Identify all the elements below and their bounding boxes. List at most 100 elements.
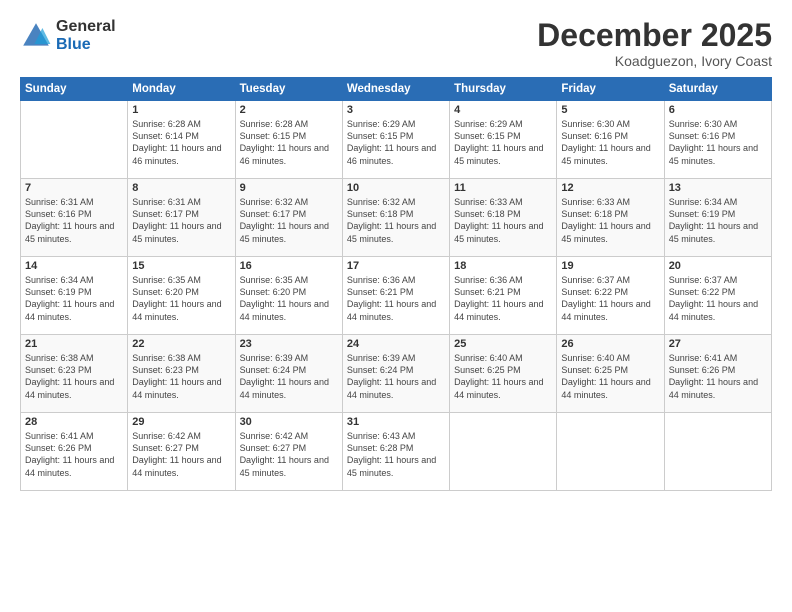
calendar-cell: 26Sunrise: 6:40 AMSunset: 6:25 PMDayligh… [557, 335, 664, 413]
sunset: Sunset: 6:18 PM [347, 209, 414, 219]
sunrise: Sunrise: 6:29 AM [347, 119, 416, 129]
sunrise: Sunrise: 6:30 AM [669, 119, 738, 129]
sunrise: Sunrise: 6:39 AM [240, 353, 309, 363]
sunset: Sunset: 6:16 PM [561, 131, 628, 141]
calendar-cell: 25Sunrise: 6:40 AMSunset: 6:25 PMDayligh… [450, 335, 557, 413]
calendar-cell: 28Sunrise: 6:41 AMSunset: 6:26 PMDayligh… [21, 413, 128, 491]
day-number: 2 [240, 104, 338, 116]
calendar-cell: 31Sunrise: 6:43 AMSunset: 6:28 PMDayligh… [342, 413, 449, 491]
sunrise: Sunrise: 6:37 AM [669, 275, 738, 285]
day-info: Sunrise: 6:34 AMSunset: 6:19 PMDaylight:… [669, 196, 767, 245]
sunrise: Sunrise: 6:35 AM [132, 275, 201, 285]
daylight: Daylight: 11 hours and 45 minutes. [240, 221, 329, 243]
sunrise: Sunrise: 6:41 AM [25, 431, 94, 441]
daylight: Daylight: 11 hours and 44 minutes. [454, 377, 543, 399]
calendar-cell: 30 Sunrise: 6:42 AMSunset: 6:27 PMDayligh… [235, 413, 342, 491]
sunrise: Sunrise: 6:34 AM [669, 197, 738, 207]
sunset: Sunset: 6:19 PM [25, 287, 92, 297]
daylight: Daylight: 11 hours and 44 minutes. [347, 377, 436, 399]
calendar-cell: 2 Sunrise: 6:28 AMSunset: 6:15 PMDaylight… [235, 101, 342, 179]
day-info: Sunrise: 6:38 AMSunset: 6:23 PMDaylight:… [25, 352, 123, 401]
daylight: Daylight: 11 hours and 44 minutes. [561, 299, 650, 321]
sunrise: Sunrise: 6:28 AM [240, 119, 309, 129]
day-number: 31 [347, 416, 445, 428]
day-number: 13 [669, 182, 767, 194]
col-header-thursday: Thursday [450, 78, 557, 101]
calendar-cell: 7Sunrise: 6:31 AMSunset: 6:16 PMDaylight… [21, 179, 128, 257]
day-number: 21 [25, 338, 123, 350]
sunrise: Sunrise: 6:36 AM [347, 275, 416, 285]
sunset: Sunset: 6:15 PM [347, 131, 414, 141]
daylight: Daylight: 11 hours and 45 minutes. [132, 221, 221, 243]
col-header-monday: Monday [128, 78, 235, 101]
sunset: Sunset: 6:20 PM [240, 287, 307, 297]
day-number: 15 [132, 260, 230, 272]
logo-blue: Blue [56, 36, 116, 54]
calendar-cell [664, 413, 771, 491]
logo-icon [20, 20, 52, 52]
sunset: Sunset: 6:24 PM [240, 365, 307, 375]
col-header-sunday: Sunday [21, 78, 128, 101]
sunrise: Sunrise: 6:30 AM [561, 119, 630, 129]
calendar-cell: 23Sunrise: 6:39 AMSunset: 6:24 PMDayligh… [235, 335, 342, 413]
day-number: 20 [669, 260, 767, 272]
day-info: Sunrise: 6:28 AMSunset: 6:15 PMDaylight:… [240, 118, 338, 167]
calendar-cell: 24Sunrise: 6:39 AMSunset: 6:24 PMDayligh… [342, 335, 449, 413]
sunset: Sunset: 6:17 PM [132, 209, 199, 219]
day-info: Sunrise: 6:30 AM Sunset: 6:16 PM Daylight:… [561, 118, 659, 167]
daylight: Daylight: 11 hours and 45 minutes. [561, 143, 650, 165]
calendar-cell: 18Sunrise: 6:36 AMSunset: 6:21 PMDayligh… [450, 257, 557, 335]
daylight: Daylight: 11 hours and 46 minutes. [132, 143, 221, 165]
sunrise: Sunrise: 6:36 AM [454, 275, 523, 285]
sunset: Sunset: 6:16 PM [25, 209, 92, 219]
calendar-cell: 12 Sunrise: 6:33 AMSunset: 6:18 PMDayligh… [557, 179, 664, 257]
day-number: 11 [454, 182, 552, 194]
sunrise: Sunrise: 6:42 AM [240, 431, 309, 441]
sunset: Sunset: 6:24 PM [347, 365, 414, 375]
daylight: Daylight: 11 hours and 44 minutes. [669, 299, 758, 321]
day-info: Sunrise: 6:29 AMSunset: 6:15 PMDaylight:… [347, 118, 445, 167]
calendar-cell: 21 Sunrise: 6:38 AMSunset: 6:23 PMDayligh… [21, 335, 128, 413]
sunrise: Sunrise: 6:38 AM [132, 353, 201, 363]
daylight: Daylight: 11 hours and 45 minutes. [347, 455, 436, 477]
day-info: Sunrise: 6:33 AMSunset: 6:18 PMDaylight:… [561, 196, 659, 245]
day-number: 12 [561, 182, 659, 194]
day-info: Sunrise: 6:42 AMSunset: 6:27 PMDaylight:… [240, 430, 338, 479]
calendar-cell [21, 101, 128, 179]
logo: General Blue [20, 18, 116, 53]
day-info: Sunrise: 6:41 AMSunset: 6:26 PMDaylight:… [669, 352, 767, 401]
sunset: Sunset: 6:21 PM [347, 287, 414, 297]
sunset: Sunset: 6:16 PM [669, 131, 736, 141]
daylight: Daylight: 11 hours and 44 minutes. [240, 299, 329, 321]
sunrise: Sunrise: 6:39 AM [347, 353, 416, 363]
day-info: Sunrise: 6:28 AMSunset: 6:14 PMDaylight:… [132, 118, 230, 167]
daylight: Daylight: 11 hours and 44 minutes. [25, 377, 114, 399]
day-info: Sunrise: 6:36 AMSunset: 6:21 PMDaylight:… [347, 274, 445, 323]
calendar-cell [450, 413, 557, 491]
day-number: 19 [561, 260, 659, 272]
day-info: Sunrise: 6:39 AM Sunset: 6:24 PM Daylight:… [347, 352, 445, 401]
day-number: 30 [240, 416, 338, 428]
sunrise: Sunrise: 6:31 AM [25, 197, 94, 207]
sunset: Sunset: 6:18 PM [454, 209, 521, 219]
sunrise: Sunrise: 6:28 AM [132, 119, 201, 129]
logo-text: General Blue [56, 18, 116, 53]
day-info: Sunrise: 6:33 AMSunset: 6:18 PMDaylight:… [454, 196, 552, 245]
daylight: Daylight: 11 hours and 45 minutes. [669, 221, 758, 243]
day-info: Sunrise: 6:39 AM Sunset: 6:24 PM Daylight:… [240, 352, 338, 401]
calendar-cell: 9Sunrise: 6:32 AMSunset: 6:17 PMDaylight… [235, 179, 342, 257]
calendar-week-1: 1Sunrise: 6:28 AMSunset: 6:14 PMDaylight… [21, 101, 772, 179]
daylight: Daylight: 11 hours and 44 minutes. [240, 377, 329, 399]
calendar-week-4: 21 Sunrise: 6:38 AMSunset: 6:23 PMDayligh… [21, 335, 772, 413]
day-number: 18 [454, 260, 552, 272]
daylight: Daylight: 11 hours and 44 minutes. [454, 299, 543, 321]
month-title: December 2025 [537, 18, 772, 53]
sunrise: Sunrise: 6:40 AM [561, 353, 630, 363]
day-info: Sunrise: 6:31 AMSunset: 6:17 PMDaylight:… [132, 196, 230, 245]
sunrise: Sunrise: 6:35 AM [240, 275, 309, 285]
header-row: SundayMondayTuesdayWednesdayThursdayFrid… [21, 78, 772, 101]
day-info: Sunrise: 6:32 AMSunset: 6:17 PMDaylight:… [240, 196, 338, 245]
calendar-cell: 16Sunrise: 6:35 AMSunset: 6:20 PMDayligh… [235, 257, 342, 335]
calendar-cell: 8Sunrise: 6:31 AMSunset: 6:17 PMDaylight… [128, 179, 235, 257]
daylight: Daylight: 11 hours and 45 minutes. [454, 143, 543, 165]
